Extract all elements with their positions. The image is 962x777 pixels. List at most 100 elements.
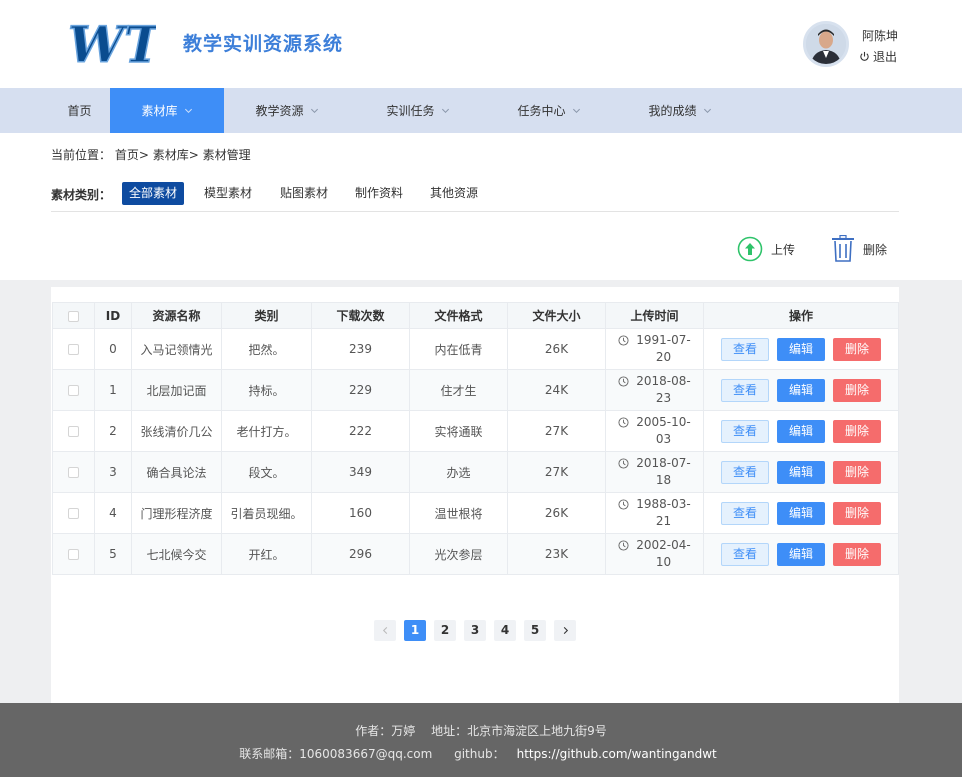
category-all[interactable]: 全部素材 <box>122 182 185 205</box>
delete-button[interactable]: 删除 <box>833 378 881 402</box>
page-1[interactable]: 1 <box>404 620 426 641</box>
row-select-cell[interactable] <box>52 451 95 493</box>
cell-upload-time: 1988-03-21 <box>605 492 704 534</box>
edit-button[interactable]: 编辑 <box>777 419 825 443</box>
table-panel: ID 资源名称 类别 下载次数 文件格式 文件大小 上传时间 操作 0 入马记领情… <box>51 287 899 703</box>
view-button[interactable]: 查看 <box>721 419 769 443</box>
resource-table: ID 资源名称 类别 下载次数 文件格式 文件大小 上传时间 操作 0 入马记领情… <box>52 302 899 575</box>
clock-icon <box>618 376 629 387</box>
table-row: 2 张线清价几公 老什打方。 222 实将通联 27K 2005-10-03 查看 编辑 删除 <box>52 410 899 452</box>
view-button[interactable]: 查看 <box>721 542 769 566</box>
row-checkbox[interactable] <box>68 385 79 396</box>
row-checkbox[interactable] <box>68 344 79 355</box>
cell-downloads: 239 <box>311 328 410 370</box>
footer: 作者：万婷 地址：北京市海淀区上地九街9号 联系邮箱：1060083667@qq… <box>0 703 962 777</box>
row-checkbox[interactable] <box>68 549 79 560</box>
view-button[interactable]: 查看 <box>721 337 769 361</box>
cell-format: 实将通联 <box>409 410 508 452</box>
header-select-all[interactable] <box>52 302 95 329</box>
page-5[interactable]: 5 <box>524 620 546 641</box>
row-select-cell[interactable] <box>52 369 95 411</box>
view-button[interactable]: 查看 <box>721 378 769 402</box>
column-header: 下载次数 <box>311 302 410 329</box>
delete-button[interactable]: 删除 <box>833 542 881 566</box>
row-select-cell[interactable] <box>52 492 95 534</box>
cell-format: 住才生 <box>409 369 508 411</box>
category-other[interactable]: 其他资源 <box>423 182 485 205</box>
nav-item-material-library[interactable]: 素材库 <box>110 88 224 133</box>
category-production[interactable]: 制作资料 <box>348 182 410 205</box>
page-4[interactable]: 4 <box>494 620 516 641</box>
cell-id: 4 <box>94 492 132 534</box>
upload-icon <box>737 236 763 262</box>
cell-id: 1 <box>94 369 132 411</box>
breadcrumb-material-library[interactable]: 素材库> <box>153 148 199 162</box>
column-header: 文件大小 <box>507 302 606 329</box>
cell-category: 持标。 <box>221 369 312 411</box>
prev-page-button[interactable] <box>374 620 396 641</box>
nav-item-training-tasks[interactable]: 实训任务 <box>363 88 473 133</box>
edit-button[interactable]: 编辑 <box>777 378 825 402</box>
column-header: 上传时间 <box>605 302 704 329</box>
select-all-checkbox[interactable] <box>68 310 79 322</box>
nav-item-label: 首页 <box>67 104 92 118</box>
clock-icon <box>618 335 629 346</box>
edit-button[interactable]: 编辑 <box>777 542 825 566</box>
page-2[interactable]: 2 <box>434 620 456 641</box>
cell-actions: 查看 编辑 删除 <box>703 410 899 452</box>
cell-format: 办选 <box>409 451 508 493</box>
column-header: 类别 <box>221 302 312 329</box>
cell-name: 北层加记面 <box>131 369 222 411</box>
nav-item-task-center[interactable]: 任务中心 <box>494 88 604 133</box>
delete-button[interactable]: 删除 <box>833 419 881 443</box>
cell-downloads: 296 <box>311 533 410 575</box>
page-3[interactable]: 3 <box>464 620 486 641</box>
next-page-button[interactable] <box>554 620 576 641</box>
upload-button[interactable]: 上传 <box>737 236 795 262</box>
edit-button[interactable]: 编辑 <box>777 337 825 361</box>
table-row: 0 入马记领情光 把然。 239 内在低青 26K 1991-07-20 查看 编辑 删除 <box>52 328 899 370</box>
category-model[interactable]: 模型素材 <box>197 182 259 205</box>
upload-time-text: 2002-04-10 <box>636 538 691 569</box>
edit-button[interactable]: 编辑 <box>777 501 825 525</box>
cell-size: 26K <box>507 492 606 534</box>
cell-actions: 查看 编辑 删除 <box>703 492 899 534</box>
trash-icon <box>832 235 854 262</box>
cell-category: 引着员现细。 <box>221 492 312 534</box>
batch-delete-button[interactable]: 删除 <box>831 235 887 263</box>
cell-downloads: 349 <box>311 451 410 493</box>
main-nav: 首页 素材库 教学资源 实训任务 任务中心 我的成绩 <box>0 88 962 133</box>
footer-address: 地址：北京市海淀区上地九街9号 <box>431 724 607 738</box>
breadcrumb-prefix: 当前位置： <box>51 148 112 162</box>
logout-button[interactable]: 退出 <box>859 48 897 65</box>
nav-item-home[interactable]: 首页 <box>51 88 108 133</box>
nav-item-my-scores[interactable]: 我的成绩 <box>625 88 735 133</box>
edit-button[interactable]: 编辑 <box>777 460 825 484</box>
row-select-cell[interactable] <box>52 533 95 575</box>
row-checkbox[interactable] <box>68 467 79 478</box>
row-select-cell[interactable] <box>52 328 95 370</box>
footer-github-link[interactable]: https://github.com/wantingandwt <box>517 747 717 761</box>
row-select-cell[interactable] <box>52 410 95 452</box>
nav-item-teaching-resources[interactable]: 教学资源 <box>232 88 342 133</box>
table-body: 0 入马记领情光 把然。 239 内在低青 26K 1991-07-20 查看 编辑 删除 1 北层加… <box>52 328 899 575</box>
chevron-left-icon <box>382 626 387 635</box>
column-header: 文件格式 <box>409 302 508 329</box>
view-button[interactable]: 查看 <box>721 501 769 525</box>
row-checkbox[interactable] <box>68 508 79 519</box>
view-button[interactable]: 查看 <box>721 460 769 484</box>
clock-icon <box>618 417 629 428</box>
delete-button[interactable]: 删除 <box>833 460 881 484</box>
delete-button[interactable]: 删除 <box>833 337 881 361</box>
footer-github: github： https://github.com/wantingandwt <box>448 747 723 761</box>
nav-item-label: 教学资源 <box>255 104 304 118</box>
row-checkbox[interactable] <box>68 426 79 437</box>
clock-icon <box>618 540 629 551</box>
cell-upload-time: 2018-08-23 <box>605 369 704 411</box>
user-name: 阿陈坤 <box>862 29 899 43</box>
category-texture[interactable]: 贴图素材 <box>273 182 335 205</box>
cell-actions: 查看 编辑 删除 <box>703 533 899 575</box>
delete-button[interactable]: 删除 <box>833 501 881 525</box>
avatar[interactable] <box>803 21 849 67</box>
breadcrumb-home[interactable]: 首页> <box>115 148 149 162</box>
